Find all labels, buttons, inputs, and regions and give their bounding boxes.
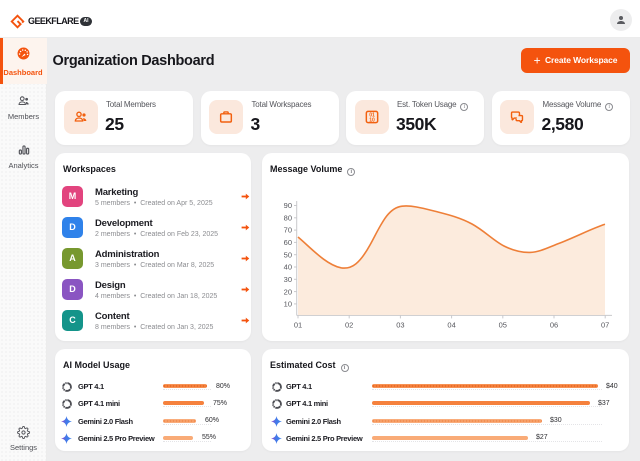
svg-text:60: 60 xyxy=(284,238,292,247)
svg-text:20: 20 xyxy=(284,287,292,296)
svg-text:01: 01 xyxy=(294,321,302,330)
svg-text:70: 70 xyxy=(284,226,292,235)
svg-text:30: 30 xyxy=(284,275,292,284)
svg-text:06: 06 xyxy=(550,321,558,330)
svg-text:07: 07 xyxy=(601,321,609,330)
svg-text:90: 90 xyxy=(284,201,292,210)
svg-text:40: 40 xyxy=(284,263,292,272)
svg-text:03: 03 xyxy=(396,321,404,330)
svg-text:05: 05 xyxy=(499,321,507,330)
svg-text:80: 80 xyxy=(284,213,292,222)
svg-text:02: 02 xyxy=(345,321,353,330)
svg-text:10: 10 xyxy=(284,300,292,309)
svg-text:10: 10 xyxy=(369,117,375,123)
svg-text:04: 04 xyxy=(447,321,455,330)
svg-text:50: 50 xyxy=(284,250,292,259)
